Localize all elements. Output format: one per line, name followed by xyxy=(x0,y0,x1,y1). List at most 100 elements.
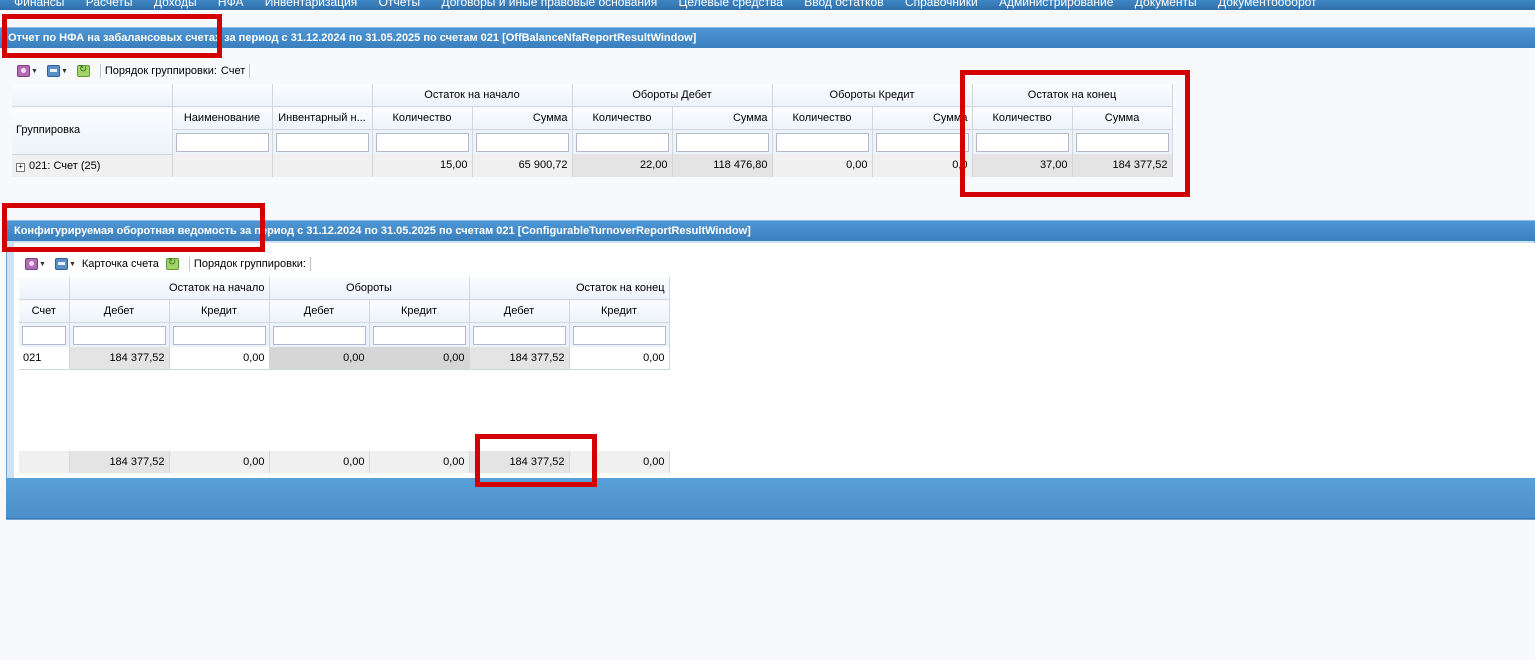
grouping-order-value[interactable]: Счет xyxy=(221,65,245,77)
column-header-inventory[interactable]: Инвентарный н... xyxy=(272,106,373,130)
total-start-credit: 0,00 xyxy=(169,451,270,473)
report2-print-button[interactable]: ▼ xyxy=(52,255,79,273)
menu-item-nfa[interactable]: НФА xyxy=(218,0,244,9)
column-header-account[interactable]: Счет xyxy=(19,299,70,323)
filter-end-credit-input[interactable] xyxy=(572,325,666,345)
totals-row: 184 377,52 0,00 0,00 0,00 184 377,52 0,0… xyxy=(19,451,670,473)
filter-credit-sum-input[interactable] xyxy=(875,132,969,152)
menu-item-settlements[interactable]: Расчеты xyxy=(86,0,133,9)
menu-item-income[interactable]: Доходы xyxy=(154,0,197,9)
column-header-debit-qty[interactable]: Количество xyxy=(572,106,673,130)
cell-debit-sum: 118 476,80 xyxy=(672,154,773,177)
filter-start-qty-input[interactable] xyxy=(375,132,469,152)
report2-settings-button[interactable]: ▼ xyxy=(22,255,49,273)
column-header-start-qty[interactable]: Количество xyxy=(372,106,473,130)
filter-start-debit-input[interactable] xyxy=(72,325,166,345)
header-group-turnover: Обороты xyxy=(269,277,470,300)
chevron-down-icon: ▼ xyxy=(68,260,76,268)
report2-toolbar: ▼ ▼ Карточка счета Порядок группировки: xyxy=(22,254,315,274)
cell-start-debit: 184 377,52 xyxy=(69,347,170,370)
menu-item-documents[interactable]: Документы xyxy=(1135,0,1197,9)
filter-end-sum-input[interactable] xyxy=(1075,132,1169,152)
refresh-icon xyxy=(165,257,179,270)
header-group-debit-turnover: Обороты Дебет xyxy=(572,84,773,107)
column-header-end-credit[interactable]: Кредит xyxy=(569,299,670,323)
header-spacer xyxy=(172,84,273,107)
cell-start-sum: 65 900,72 xyxy=(472,154,573,177)
total-turn-credit: 0,00 xyxy=(369,451,470,473)
filter-end-debit-input[interactable] xyxy=(472,325,566,345)
column-header-start-sum[interactable]: Сумма xyxy=(472,106,573,130)
column-header-credit-qty[interactable]: Количество xyxy=(772,106,873,130)
column-header-end-debit[interactable]: Дебет xyxy=(469,299,570,323)
header-group-start: Остаток на начало xyxy=(372,84,573,107)
report1-settings-button[interactable]: ▼ xyxy=(14,62,41,80)
refresh-icon xyxy=(76,64,90,77)
column-header-start-credit[interactable]: Кредит xyxy=(169,299,270,323)
header-spacer xyxy=(19,277,70,300)
filter-cell xyxy=(172,129,273,154)
report1-print-button[interactable]: ▼ xyxy=(44,62,71,80)
menu-item-reports[interactable]: Отчеты xyxy=(379,0,420,9)
cell-turn-debit: 0,00 xyxy=(269,347,370,370)
column-header-debit-sum[interactable]: Сумма xyxy=(672,106,773,130)
cell-inventory xyxy=(272,154,373,177)
menu-item-references[interactable]: Справочники xyxy=(905,0,978,9)
column-header-end-sum[interactable]: Сумма xyxy=(1072,106,1173,130)
menu-item-inventory[interactable]: Инвентаризация xyxy=(265,0,357,9)
filter-debit-sum-input[interactable] xyxy=(675,132,769,152)
main-menu-bar: Финансы Расчеты Доходы НФА Инвентаризаци… xyxy=(0,0,1535,10)
report1-refresh-button[interactable] xyxy=(74,62,93,80)
column-header-name[interactable]: Наименование xyxy=(172,106,273,130)
filter-start-credit-input[interactable] xyxy=(172,325,266,345)
header-group-credit-turnover: Обороты Кредит xyxy=(772,84,973,107)
report2-totals: 184 377,52 0,00 0,00 0,00 184 377,52 0,0… xyxy=(19,451,670,473)
total-turn-debit: 0,00 xyxy=(269,451,370,473)
filter-cell xyxy=(69,322,170,347)
group-cell[interactable]: +021: Счет (25) xyxy=(12,154,173,177)
filter-turn-credit-input[interactable] xyxy=(372,325,466,345)
totals-label-cell xyxy=(19,451,70,473)
menu-item-contracts[interactable]: Договоры и иные правовые основания xyxy=(441,0,657,9)
column-header-start-debit[interactable]: Дебет xyxy=(69,299,170,323)
settings-icon xyxy=(25,258,38,270)
filter-name-input[interactable] xyxy=(175,132,269,152)
header-group-start: Остаток на начало xyxy=(69,277,270,300)
print-icon xyxy=(54,258,68,270)
group-row[interactable]: +021: Счет (25) 15,00 65 900,72 22,00 11… xyxy=(12,154,1173,177)
report1-toolbar: ▼ ▼ Порядок группировки: Счет xyxy=(14,61,254,81)
total-start-debit: 184 377,52 xyxy=(69,451,170,473)
cell-end-sum: 184 377,52 xyxy=(1072,154,1173,177)
cell-turn-credit: 0,00 xyxy=(369,347,470,370)
column-header-grouping[interactable]: Группировка xyxy=(12,106,173,155)
filter-account-input[interactable] xyxy=(22,325,66,345)
report2-refresh-button[interactable] xyxy=(163,255,182,273)
column-header-end-qty[interactable]: Количество xyxy=(972,106,1073,130)
header-group-end: Остаток на конец xyxy=(469,277,670,300)
menu-item-balances-entry[interactable]: Ввод остатков xyxy=(804,0,883,9)
cell-end-qty: 37,00 xyxy=(972,154,1073,177)
filter-debit-qty-input[interactable] xyxy=(575,132,669,152)
filter-cell xyxy=(272,129,373,154)
grouping-order-label: Порядок группировки: xyxy=(193,258,306,270)
chevron-down-icon: ▼ xyxy=(31,67,38,75)
column-header-turn-debit[interactable]: Дебет xyxy=(269,299,370,323)
menu-item-administration[interactable]: Администрирование xyxy=(999,0,1113,9)
toolbar-separator xyxy=(99,64,101,78)
expand-icon[interactable]: + xyxy=(16,162,25,172)
cell-debit-qty: 22,00 xyxy=(572,154,673,177)
filter-credit-qty-input[interactable] xyxy=(775,132,869,152)
filter-start-sum-input[interactable] xyxy=(475,132,569,152)
settings-icon xyxy=(17,65,30,77)
account-card-button[interactable]: Карточка счета xyxy=(82,258,159,270)
column-header-credit-sum[interactable]: Сумма xyxy=(872,106,973,130)
table-row[interactable]: 021 184 377,52 0,00 0,00 0,00 184 377,52… xyxy=(19,347,670,370)
column-header-turn-credit[interactable]: Кредит xyxy=(369,299,470,323)
menu-item-finance[interactable]: Финансы xyxy=(14,0,64,9)
filter-turn-debit-input[interactable] xyxy=(272,325,366,345)
filter-end-qty-input[interactable] xyxy=(975,132,1069,152)
menu-item-document-flow[interactable]: Документооборот xyxy=(1218,0,1317,9)
filter-inventory-input[interactable] xyxy=(275,132,369,152)
menu-item-target-funds[interactable]: Целевые средства xyxy=(679,0,783,9)
toolbar-separator xyxy=(249,64,251,78)
